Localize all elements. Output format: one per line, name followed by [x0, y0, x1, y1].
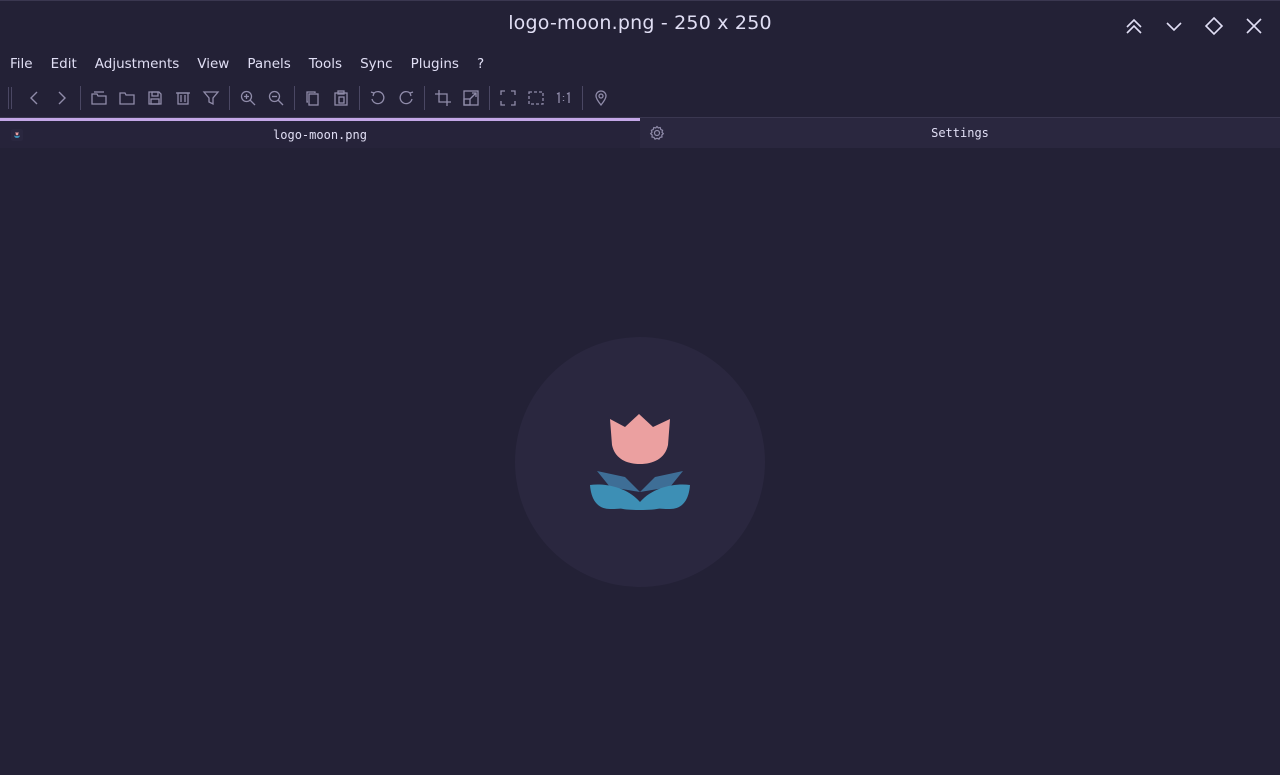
tab-image[interactable]: logo-moon.png	[0, 118, 640, 148]
rotate-left-button[interactable]	[364, 84, 392, 112]
collapse-button[interactable]	[1116, 11, 1152, 41]
title-bar: logo-moon.png - 250 x 250	[0, 0, 1280, 50]
fit-window-button[interactable]	[522, 84, 550, 112]
zoom-out-button[interactable]	[262, 84, 290, 112]
copy-button[interactable]	[299, 84, 327, 112]
toolbar-separator	[489, 86, 490, 110]
close-icon	[1246, 18, 1262, 34]
save-button[interactable]	[141, 84, 169, 112]
menu-adjustments[interactable]: Adjustments	[89, 53, 186, 75]
toolbar-separator	[359, 86, 360, 110]
resize-icon	[463, 90, 479, 106]
menu-plugins[interactable]: Plugins	[405, 53, 465, 75]
crop-button[interactable]	[429, 84, 457, 112]
tab-settings-label: Settings	[931, 126, 989, 140]
delete-icon	[176, 92, 190, 105]
filter-button[interactable]	[197, 84, 225, 112]
tab-image-label: logo-moon.png	[273, 127, 367, 142]
fullscreen-icon	[500, 90, 516, 106]
filter-icon	[202, 91, 220, 106]
toolbar-separator	[582, 86, 583, 110]
maximize-button[interactable]	[1196, 11, 1232, 41]
close-button[interactable]	[1236, 11, 1272, 41]
menu-panels[interactable]: Panels	[241, 53, 296, 75]
menu-sync[interactable]: Sync	[354, 53, 399, 75]
rotate-right-button[interactable]	[392, 84, 420, 112]
menu-edit[interactable]: Edit	[45, 53, 83, 75]
forward-icon	[58, 91, 66, 105]
image-viewer[interactable]	[0, 148, 1280, 775]
forward-button[interactable]	[48, 84, 76, 112]
rotate-left-icon	[370, 90, 385, 105]
displayed-image	[515, 337, 765, 587]
window-controls	[1116, 11, 1272, 41]
actual-size-button[interactable]	[550, 84, 578, 112]
actual-size-icon	[556, 91, 570, 103]
menu-file[interactable]: File	[4, 53, 39, 75]
fullscreen-button[interactable]	[494, 84, 522, 112]
back-button[interactable]	[20, 84, 48, 112]
delete-button[interactable]	[169, 84, 197, 112]
toolbar-separator	[229, 86, 230, 110]
open-recent-icon	[91, 91, 107, 105]
window-title: logo-moon.png - 250 x 250	[508, 12, 772, 34]
rotate-right-icon	[399, 90, 414, 105]
location-button[interactable]	[587, 84, 615, 112]
paste-button[interactable]	[327, 84, 355, 112]
gear-icon	[648, 124, 666, 142]
toolbar-separator	[294, 86, 295, 110]
open-recent-button[interactable]	[85, 84, 113, 112]
toolbar-separator	[424, 86, 425, 110]
collapse-icon	[1126, 18, 1142, 34]
fit-window-icon	[528, 91, 544, 105]
zoom-in-icon	[240, 90, 256, 106]
diamond-icon	[1204, 16, 1224, 36]
location-icon	[595, 90, 607, 107]
zoom-in-button[interactable]	[234, 84, 262, 112]
chevron-down-icon	[1166, 22, 1182, 32]
toolbar-grip[interactable]	[8, 87, 12, 109]
tab-settings[interactable]: Settings	[640, 118, 1280, 148]
menu-view[interactable]: View	[191, 53, 235, 75]
copy-icon	[306, 91, 319, 106]
paste-icon	[334, 90, 348, 106]
resize-button[interactable]	[457, 84, 485, 112]
open-folder-icon	[119, 92, 135, 105]
back-icon	[30, 91, 38, 105]
image-thumbnail-icon	[10, 128, 24, 142]
menu-help[interactable]: ?	[471, 53, 490, 75]
toolbar-separator	[80, 86, 81, 110]
minimize-button[interactable]	[1156, 11, 1192, 41]
menu-tools[interactable]: Tools	[303, 53, 348, 75]
toolbar	[0, 80, 1280, 116]
crop-icon	[435, 90, 451, 106]
save-icon	[148, 91, 162, 105]
tab-bar: logo-moon.png Settings	[0, 117, 1280, 148]
open-folder-button[interactable]	[113, 84, 141, 112]
menu-bar: File Edit Adjustments View Panels Tools …	[0, 50, 1280, 78]
zoom-out-icon	[268, 90, 284, 106]
